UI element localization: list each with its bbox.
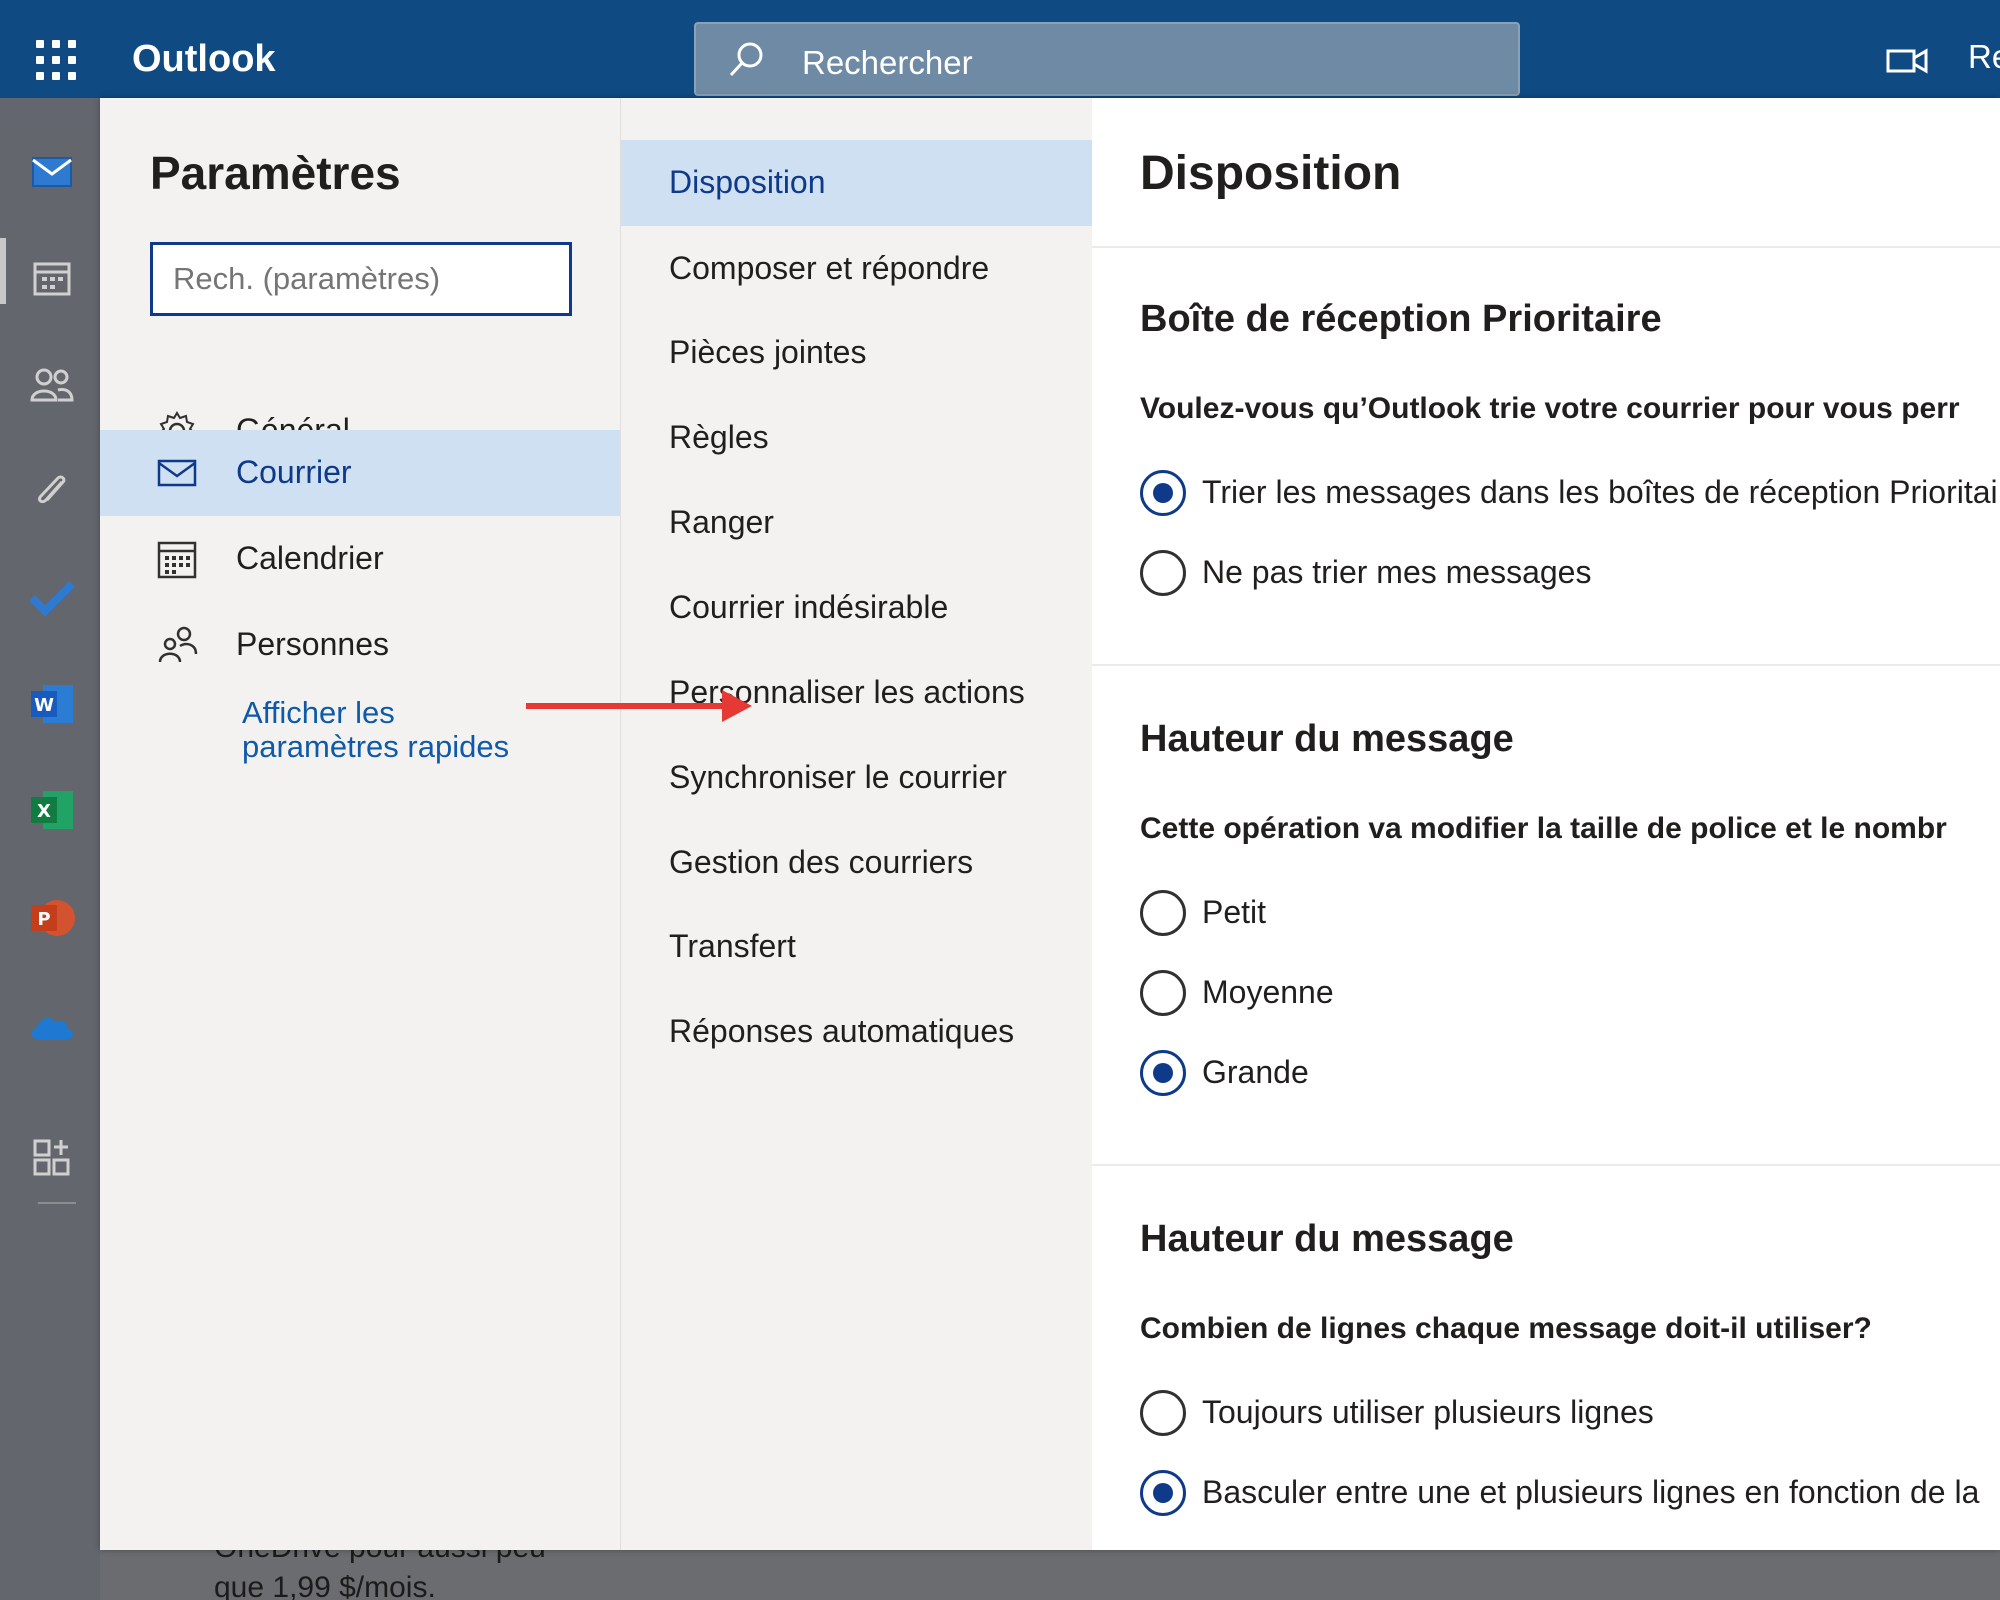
radio-circle bbox=[1140, 1390, 1186, 1436]
top-right-button-text[interactable]: Re bbox=[1968, 38, 2000, 76]
settings-categories-panel: Paramètres Général Courrier Calendrier bbox=[100, 98, 620, 1550]
word-icon[interactable]: W bbox=[28, 680, 76, 728]
section-divider bbox=[1092, 664, 2000, 666]
radio-label: Petit bbox=[1202, 894, 1267, 930]
mail-setting-forwarding[interactable]: Transfert bbox=[621, 904, 1093, 990]
section-divider bbox=[1092, 1164, 2000, 1166]
calendar-icon bbox=[157, 541, 197, 579]
search-box[interactable]: Rechercher bbox=[694, 22, 1520, 96]
mail-setting-sweep[interactable]: Ranger bbox=[621, 480, 1093, 566]
section-title: Hauteur du message bbox=[1140, 718, 1514, 760]
mail-setting-label: Composer et répondre bbox=[669, 250, 990, 286]
section-question: Voulez-vous qu’Outlook trie votre courri… bbox=[1140, 392, 1960, 425]
mail-setting-compose-reply[interactable]: Composer et répondre bbox=[621, 226, 1093, 312]
section-question: Combien de lignes chaque message doit-il… bbox=[1140, 1312, 1872, 1345]
annotation-arrow bbox=[526, 690, 752, 722]
settings-title: Paramètres bbox=[150, 147, 401, 199]
settings-search-input[interactable] bbox=[150, 242, 572, 316]
rail-divider bbox=[38, 1202, 76, 1204]
search-icon bbox=[729, 42, 763, 77]
radio-circle bbox=[1140, 550, 1186, 596]
mail-setting-label: Transfert bbox=[669, 928, 796, 964]
calendar-icon[interactable] bbox=[28, 254, 76, 302]
promo-line-2: que 1,99 $/mois. bbox=[214, 1571, 436, 1600]
left-app-rail: W X P bbox=[0, 98, 100, 1600]
svg-text:P: P bbox=[37, 909, 50, 930]
radio-label: Toujours utiliser plusieurs lignes bbox=[1202, 1394, 1654, 1430]
nav-item-mail[interactable]: Courrier bbox=[100, 430, 620, 516]
settings-dialog: Paramètres Général Courrier Calendrier bbox=[100, 98, 2000, 1550]
app-launcher-icon[interactable] bbox=[36, 40, 76, 80]
radio-circle bbox=[1140, 1050, 1186, 1096]
settings-detail-pane: Disposition Boîte de réception Prioritai… bbox=[1092, 98, 2000, 1550]
mail-setting-label: Synchroniser le courrier bbox=[669, 759, 1007, 795]
radio-circle bbox=[1140, 890, 1186, 936]
view-quick-settings-link[interactable]: Afficher les paramètres rapides bbox=[242, 696, 509, 764]
section-question: Cette opération va modifier la taille de… bbox=[1140, 812, 1947, 845]
radio-label: Trier les messages dans les boîtes de ré… bbox=[1202, 474, 1998, 510]
mail-setting-junk-email[interactable]: Courrier indésirable bbox=[621, 565, 1093, 651]
mail-setting-label: Règles bbox=[669, 419, 769, 455]
mail-icon bbox=[157, 459, 197, 487]
mail-icon[interactable] bbox=[28, 148, 76, 196]
mail-setting-label: Courrier indésirable bbox=[669, 589, 949, 625]
nav-item-calendar[interactable]: Calendrier bbox=[100, 516, 620, 602]
mail-setting-label: Ranger bbox=[669, 504, 774, 540]
radio-label: Basculer entre une et plusieurs lignes e… bbox=[1202, 1474, 1980, 1510]
meet-now-icon[interactable] bbox=[1886, 46, 1928, 76]
radio-circle bbox=[1140, 470, 1186, 516]
nav-item-label: Calendrier bbox=[236, 540, 384, 576]
nav-item-label: Personnes bbox=[236, 626, 389, 662]
mail-setting-label: Disposition bbox=[669, 164, 826, 200]
powerpoint-icon[interactable]: P bbox=[28, 894, 76, 942]
mail-setting-label: Pièces jointes bbox=[669, 334, 867, 370]
svg-text:X: X bbox=[37, 801, 51, 822]
radio-label: Ne pas trier mes messages bbox=[1202, 554, 1592, 590]
radio-circle bbox=[1140, 1470, 1186, 1516]
mail-setting-label: Gestion des courriers bbox=[669, 844, 974, 880]
section-title: Boîte de réception Prioritaire bbox=[1140, 298, 1662, 340]
title-divider bbox=[1092, 246, 2000, 248]
mail-setting-attachments[interactable]: Pièces jointes bbox=[621, 310, 1093, 396]
apps-icon[interactable] bbox=[28, 1134, 76, 1182]
mail-setting-automatic-replies[interactable]: Réponses automatiques bbox=[621, 989, 1093, 1075]
pane-title: Disposition bbox=[1140, 147, 1402, 200]
top-bar: Outlook Rechercher Re bbox=[0, 0, 2000, 98]
section-title: Hauteur du message bbox=[1140, 1218, 1514, 1260]
mail-setting-message-handling[interactable]: Gestion des courriers bbox=[621, 820, 1093, 906]
radio-circle bbox=[1140, 970, 1186, 1016]
people-icon[interactable] bbox=[28, 360, 76, 408]
quick-link-line-2: paramètres rapides bbox=[242, 729, 510, 764]
todo-check-icon[interactable] bbox=[28, 574, 76, 622]
search-placeholder: Rechercher bbox=[802, 44, 973, 81]
quick-link-line-1: Afficher les bbox=[242, 695, 395, 730]
mail-settings-list: Disposition Composer et répondre Pièces … bbox=[620, 98, 1093, 1550]
mail-setting-rules[interactable]: Règles bbox=[621, 395, 1093, 481]
mail-setting-layout[interactable]: Disposition bbox=[621, 140, 1093, 226]
people-icon bbox=[158, 626, 198, 663]
onedrive-icon[interactable] bbox=[28, 1002, 76, 1050]
radio-label: Moyenne bbox=[1202, 974, 1334, 1010]
mail-setting-label: Réponses automatiques bbox=[669, 1013, 1015, 1049]
svg-text:W: W bbox=[34, 695, 54, 716]
rail-active-indicator bbox=[0, 238, 6, 304]
nav-item-label: Courrier bbox=[236, 454, 352, 490]
app-title[interactable]: Outlook bbox=[132, 38, 276, 81]
attachment-icon[interactable] bbox=[28, 468, 76, 516]
mail-setting-sync-email[interactable]: Synchroniser le courrier bbox=[621, 735, 1093, 821]
nav-item-people[interactable]: Personnes bbox=[100, 602, 620, 688]
excel-icon[interactable]: X bbox=[28, 786, 76, 834]
radio-label: Grande bbox=[1202, 1054, 1309, 1090]
